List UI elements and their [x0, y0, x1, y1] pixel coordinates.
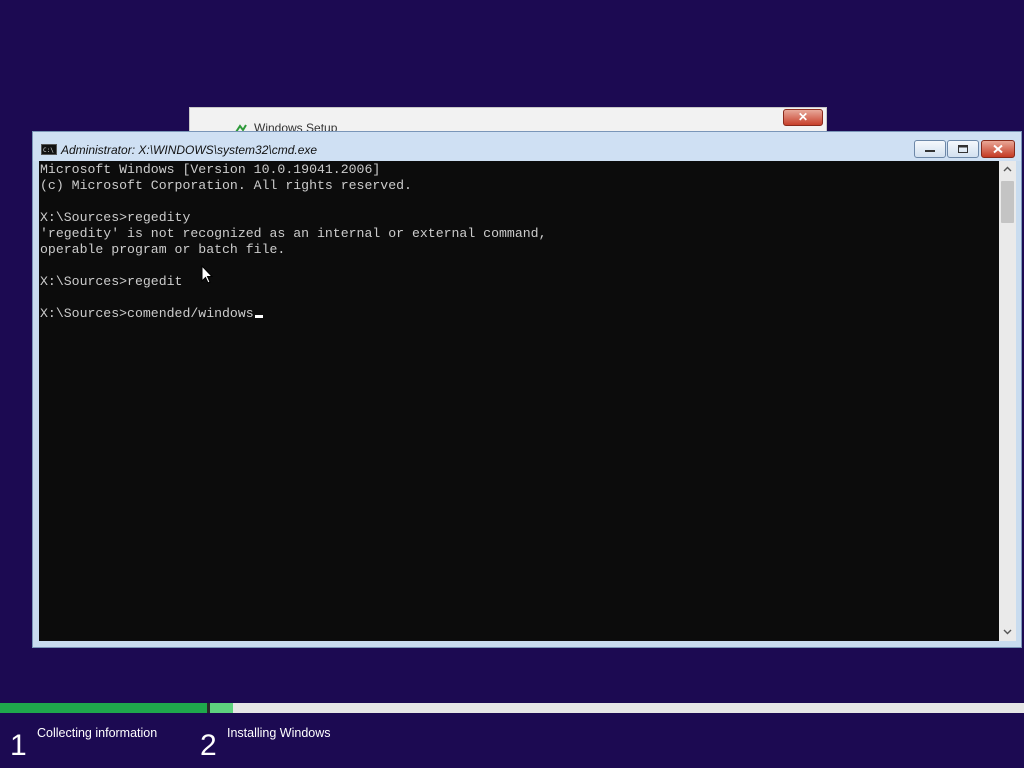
- scroll-up-button[interactable]: [999, 161, 1016, 178]
- setup-close-button[interactable]: ✕: [783, 109, 823, 126]
- close-icon: ✕: [797, 110, 809, 124]
- chevron-up-icon: [1003, 166, 1012, 172]
- minimize-icon: [925, 150, 935, 152]
- console-line: X:\Sources>regedit: [40, 274, 183, 289]
- console-output[interactable]: Microsoft Windows [Version 10.0.19041.20…: [39, 161, 999, 641]
- step-number: 1: [10, 729, 27, 762]
- setup-progress-bar: [0, 703, 1024, 713]
- text-caret: [254, 315, 263, 318]
- desktop: Windows Setup ✕ C:\ Administrator: X:\WI…: [0, 0, 1024, 768]
- console-line: Microsoft Windows [Version 10.0.19041.20…: [40, 162, 381, 177]
- close-icon: [993, 144, 1003, 154]
- console-scrollbar[interactable]: [999, 161, 1016, 641]
- scroll-thumb[interactable]: [1001, 181, 1014, 223]
- cmd-titlebar[interactable]: C:\ Administrator: X:\WINDOWS\system32\c…: [33, 132, 1021, 161]
- console-line: X:\Sources>regedity: [40, 210, 191, 225]
- scroll-down-button[interactable]: [999, 624, 1016, 641]
- step-label: Installing Windows: [227, 726, 331, 740]
- cmd-window-title: Administrator: X:\WINDOWS\system32\cmd.e…: [61, 143, 318, 157]
- svg-text:C:\: C:\: [43, 147, 54, 154]
- maximize-button[interactable]: [947, 140, 979, 158]
- step-label: Collecting information: [37, 726, 158, 740]
- console-line: 'regedity' is not recognized as an inter…: [40, 226, 547, 241]
- console-text: Microsoft Windows [Version 10.0.19041.20…: [40, 162, 546, 322]
- cmd-icon: C:\: [41, 144, 57, 155]
- chevron-down-icon: [1003, 629, 1012, 635]
- console-line: operable program or batch file.: [40, 242, 286, 257]
- mouse-cursor-icon: [201, 265, 213, 284]
- close-button[interactable]: [981, 140, 1015, 158]
- progress-step1-fill: [0, 703, 207, 713]
- console-current-command: X:\Sources>comended/windows: [40, 306, 254, 321]
- cmd-window[interactable]: C:\ Administrator: X:\WINDOWS\system32\c…: [32, 131, 1022, 648]
- console-input-line[interactable]: X:\Sources>comended/windows: [40, 306, 546, 322]
- minimize-button[interactable]: [914, 140, 946, 158]
- console-line: (c) Microsoft Corporation. All rights re…: [40, 178, 412, 193]
- step-number: 2: [200, 729, 217, 762]
- progress-step2-fill: [210, 703, 233, 713]
- maximize-icon: [958, 145, 968, 153]
